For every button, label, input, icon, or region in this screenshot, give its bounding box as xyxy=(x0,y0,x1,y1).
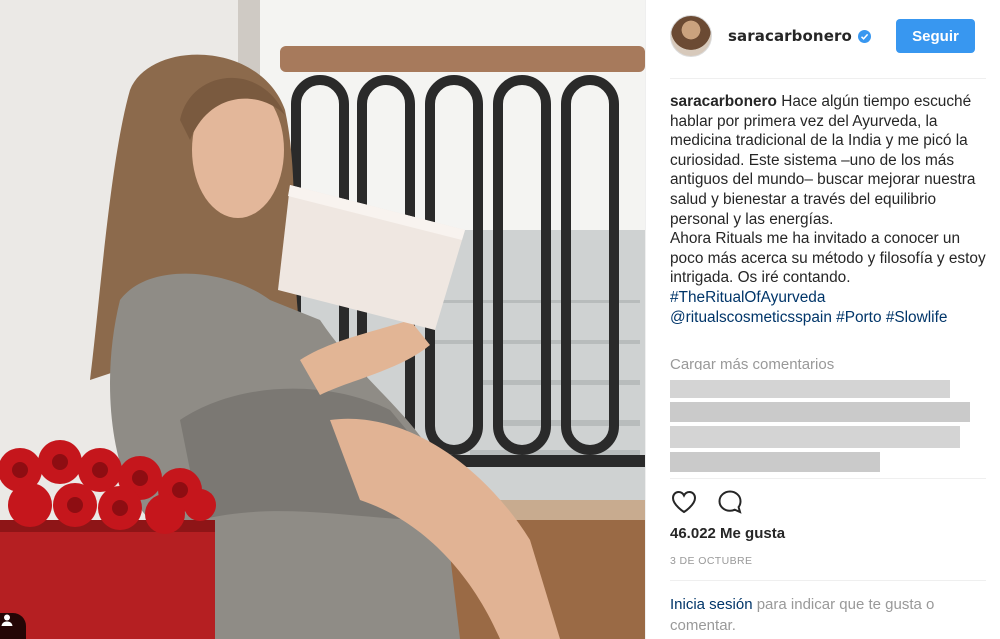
login-link[interactable]: Inicia sesión xyxy=(670,596,753,613)
mention-link[interactable]: @ritualscosmeticsspain xyxy=(670,309,832,326)
comment-icon[interactable] xyxy=(716,488,744,516)
blurred-comments xyxy=(670,374,970,474)
post-header: saracarbonero Seguir xyxy=(670,14,988,58)
post-side-panel: saracarbonero Seguir saracarbonero Hace … xyxy=(645,0,1000,639)
author-username[interactable]: saracarbonero xyxy=(728,27,852,45)
hashtag-link[interactable]: #Porto xyxy=(836,309,881,326)
caption-text: Hace algún tiempo escuché hablar por pri… xyxy=(670,93,976,228)
divider xyxy=(670,580,986,581)
checkmark-icon xyxy=(860,33,869,40)
caption-text-2: Ahora Rituals me ha invitado a conocer u… xyxy=(670,230,986,287)
avatar[interactable] xyxy=(670,15,712,57)
post-actions xyxy=(670,488,744,516)
post-image xyxy=(0,0,645,639)
verified-badge-icon xyxy=(857,29,871,43)
post-date[interactable]: 3 DE OCTUBRE xyxy=(670,555,752,567)
divider xyxy=(670,78,986,79)
heart-icon[interactable] xyxy=(670,488,698,516)
user-tag-icon[interactable] xyxy=(0,613,26,639)
divider xyxy=(670,478,986,479)
caption-author[interactable]: saracarbonero xyxy=(670,93,777,110)
hashtag-link[interactable]: #Slowlife xyxy=(886,309,948,326)
login-prompt: Inicia sesión para indicar que te gusta … xyxy=(670,594,988,636)
follow-button[interactable]: Seguir xyxy=(896,19,975,53)
load-more-comments-link[interactable]: Cargar más comentarios xyxy=(670,356,834,370)
post-caption: saracarbonero Hace algún tiempo escuché … xyxy=(670,92,988,327)
instagram-post: saracarbonero Seguir saracarbonero Hace … xyxy=(0,0,1000,639)
like-count[interactable]: 46.022 Me gusta xyxy=(670,525,785,542)
post-photo[interactable] xyxy=(0,0,645,639)
user-silhouette-icon xyxy=(1,614,13,626)
hashtag-link[interactable]: #TheRitualOfAyurveda xyxy=(670,289,825,306)
